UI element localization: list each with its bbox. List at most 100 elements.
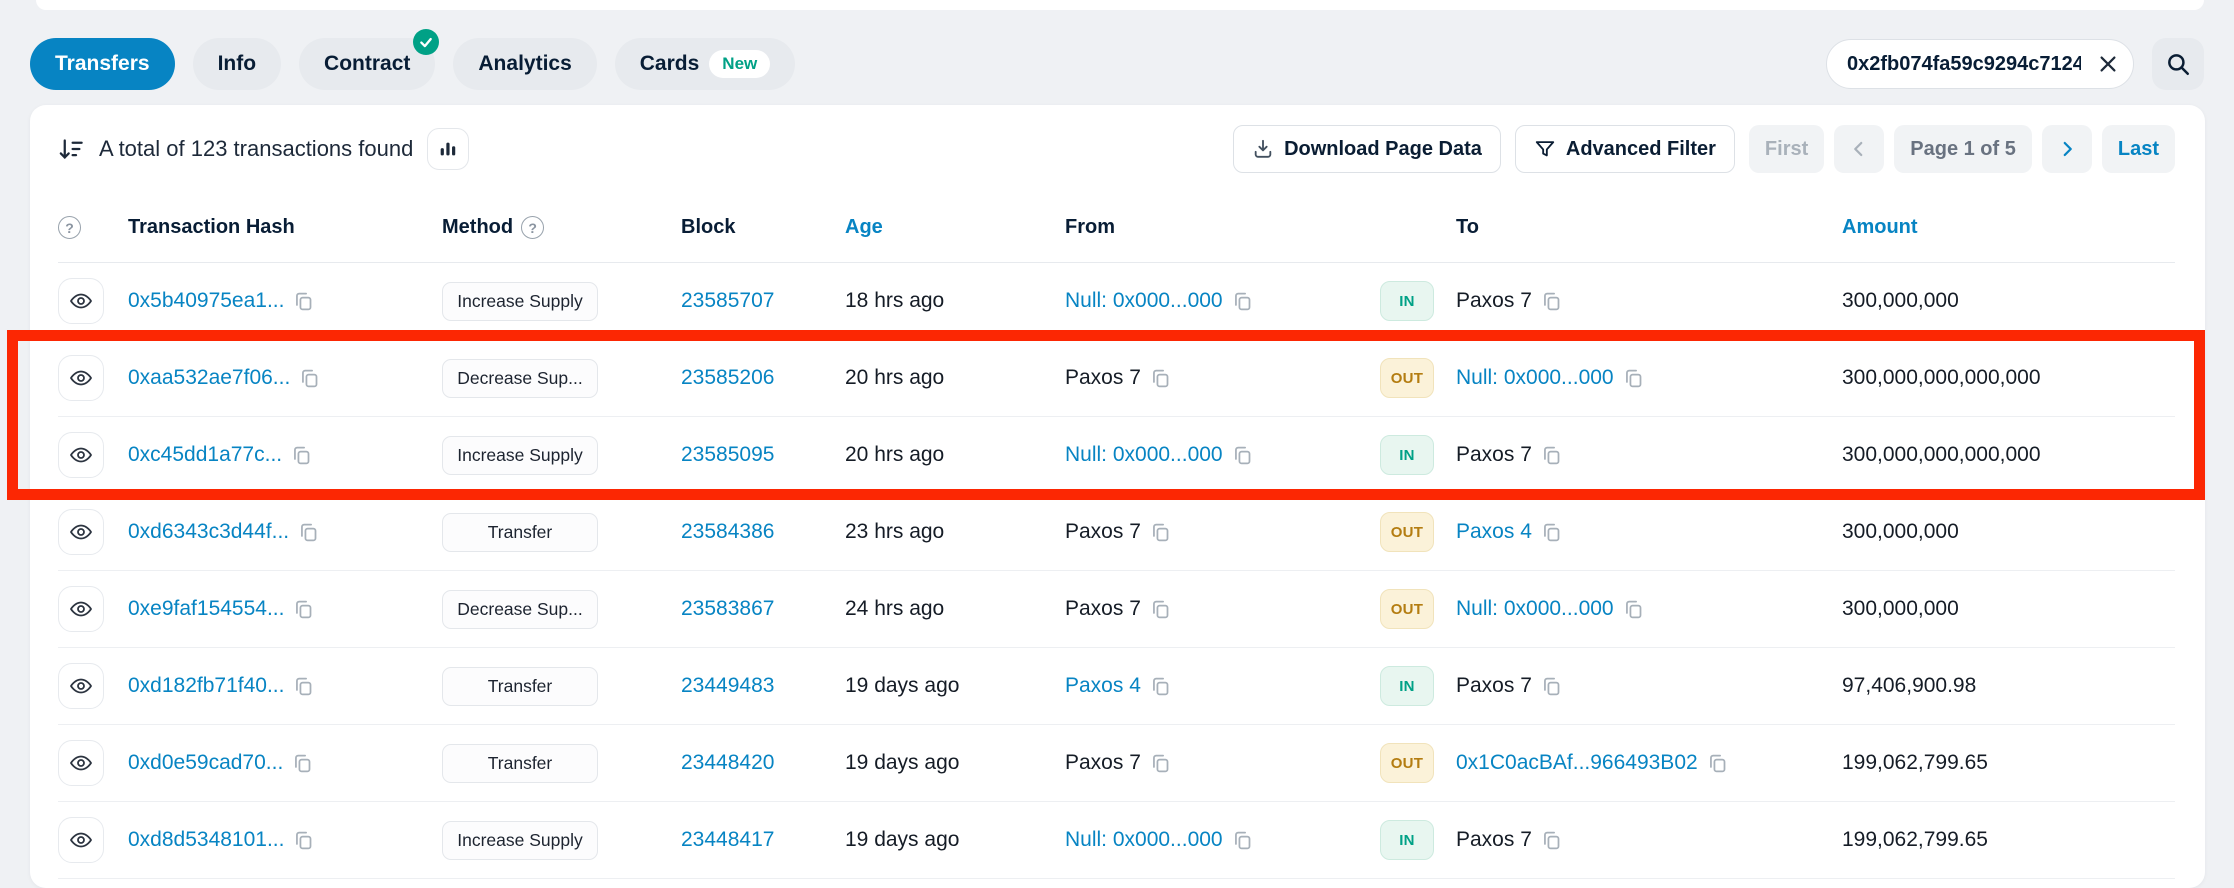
- copy-hash-icon[interactable]: [298, 522, 319, 543]
- copy-from-address-icon[interactable]: [1232, 291, 1253, 312]
- copy-hash-icon[interactable]: [292, 753, 313, 774]
- tx-hash-link[interactable]: 0xd6343c3d44f...: [128, 520, 289, 544]
- from-address[interactable]: Paxos 7: [1065, 597, 1141, 621]
- eye-icon: [69, 289, 93, 313]
- copy-from-address-icon[interactable]: [1232, 445, 1253, 466]
- header-amount-sort[interactable]: Amount: [1842, 216, 2175, 239]
- to-address[interactable]: Null: 0x000...000: [1456, 597, 1614, 621]
- preview-eye-button[interactable]: [58, 355, 104, 401]
- tx-hash-link[interactable]: 0xd182fb71f40...: [128, 674, 284, 698]
- tx-hash-link[interactable]: 0xe9faf154554...: [128, 597, 284, 621]
- pagination-next-button[interactable]: [2042, 125, 2092, 173]
- to-address[interactable]: Paxos 7: [1456, 828, 1532, 852]
- chart-view-button[interactable]: [427, 128, 469, 170]
- table-body: 0x5b40975ea1... Increase Supply 23585707…: [58, 263, 2175, 879]
- copy-hash-icon[interactable]: [293, 676, 314, 697]
- age-text: 19 days ago: [845, 751, 959, 775]
- table-row: 0x5b40975ea1... Increase Supply 23585707…: [58, 263, 2175, 340]
- copy-to-address-icon[interactable]: [1707, 753, 1728, 774]
- age-text: 23 hrs ago: [845, 520, 944, 544]
- copy-hash-icon[interactable]: [293, 291, 314, 312]
- table-row: 0xd182fb71f40... Transfer 23449483 19 da…: [58, 648, 2175, 725]
- from-address[interactable]: Null: 0x000...000: [1065, 289, 1223, 313]
- to-address[interactable]: Paxos 7: [1456, 674, 1532, 698]
- from-address[interactable]: Null: 0x000...000: [1065, 443, 1223, 467]
- pagination-first-button[interactable]: First: [1749, 125, 1824, 173]
- block-link[interactable]: 23448420: [681, 751, 774, 775]
- copy-from-address-icon[interactable]: [1232, 830, 1253, 851]
- copy-from-address-icon[interactable]: [1150, 599, 1171, 620]
- help-question-icon[interactable]: ?: [58, 216, 81, 239]
- preview-eye-button[interactable]: [58, 432, 104, 478]
- direction-badge: IN: [1380, 435, 1434, 475]
- copy-from-address-icon[interactable]: [1150, 753, 1171, 774]
- copy-to-address-icon[interactable]: [1541, 522, 1562, 543]
- from-address[interactable]: Paxos 7: [1065, 520, 1141, 544]
- preview-eye-button[interactable]: [58, 586, 104, 632]
- to-address[interactable]: 0x1C0acBAf...966493B02: [1456, 751, 1698, 775]
- block-link[interactable]: 23583867: [681, 597, 774, 621]
- pagination: First Page 1 of 5 Last: [1749, 125, 2175, 173]
- block-link[interactable]: 23584386: [681, 520, 774, 544]
- copy-to-address-icon[interactable]: [1541, 676, 1562, 697]
- copy-to-address-icon[interactable]: [1623, 368, 1644, 389]
- copy-hash-icon[interactable]: [299, 368, 320, 389]
- tab-info-label: Info: [218, 52, 256, 76]
- block-link[interactable]: 23585095: [681, 443, 774, 467]
- to-address[interactable]: Paxos 7: [1456, 289, 1532, 313]
- block-link[interactable]: 23448417: [681, 828, 774, 852]
- copy-from-address-icon[interactable]: [1150, 522, 1171, 543]
- advanced-filter-button[interactable]: Advanced Filter: [1515, 125, 1735, 173]
- preview-eye-button[interactable]: [58, 740, 104, 786]
- copy-from-address-icon[interactable]: [1150, 368, 1171, 389]
- table-row: 0xe9faf154554... Decrease Sup... 2358386…: [58, 571, 2175, 648]
- block-link[interactable]: 23585707: [681, 289, 774, 313]
- copy-to-address-icon[interactable]: [1623, 599, 1644, 620]
- tab-transfers[interactable]: Transfers: [30, 38, 175, 90]
- total-transactions-text: A total of 123 transactions found: [99, 136, 413, 162]
- copy-to-address-icon[interactable]: [1541, 830, 1562, 851]
- clear-search-button[interactable]: [2092, 48, 2124, 80]
- method-help-icon[interactable]: ?: [521, 216, 544, 239]
- tab-info[interactable]: Info: [193, 38, 281, 90]
- preview-eye-button[interactable]: [58, 663, 104, 709]
- tab-analytics[interactable]: Analytics: [453, 38, 596, 90]
- tab-cards[interactable]: Cards New: [615, 38, 796, 90]
- tx-hash-link[interactable]: 0x5b40975ea1...: [128, 289, 284, 313]
- from-address[interactable]: Paxos 7: [1065, 751, 1141, 775]
- from-address[interactable]: Null: 0x000...000: [1065, 828, 1223, 852]
- tx-hash-link[interactable]: 0xc45dd1a77c...: [128, 443, 282, 467]
- preview-eye-button[interactable]: [58, 278, 104, 324]
- tx-hash-link[interactable]: 0xd8d5348101...: [128, 828, 284, 852]
- to-address[interactable]: Null: 0x000...000: [1456, 366, 1614, 390]
- copy-hash-icon[interactable]: [293, 599, 314, 620]
- table-row: 0xc45dd1a77c... Increase Supply 23585095…: [58, 417, 2175, 494]
- from-address[interactable]: Paxos 7: [1065, 366, 1141, 390]
- pagination-page-indicator: Page 1 of 5: [1894, 125, 2032, 173]
- block-link[interactable]: 23449483: [681, 674, 774, 698]
- copy-from-address-icon[interactable]: [1150, 676, 1171, 697]
- download-page-data-button[interactable]: Download Page Data: [1233, 125, 1501, 173]
- search-button[interactable]: [2152, 38, 2204, 90]
- copy-hash-icon[interactable]: [291, 445, 312, 466]
- tx-hash-link[interactable]: 0xaa532ae7f06...: [128, 366, 290, 390]
- from-address[interactable]: Paxos 4: [1065, 674, 1141, 698]
- tab-contract[interactable]: Contract: [299, 38, 435, 90]
- header-age-sort[interactable]: Age: [845, 216, 1065, 239]
- to-address[interactable]: Paxos 4: [1456, 520, 1532, 544]
- to-address[interactable]: Paxos 7: [1456, 443, 1532, 467]
- copy-hash-icon[interactable]: [293, 830, 314, 851]
- block-link[interactable]: 23585206: [681, 366, 774, 390]
- preview-eye-button[interactable]: [58, 509, 104, 555]
- tx-hash-link[interactable]: 0xd0e59cad70...: [128, 751, 283, 775]
- search-input[interactable]: [1826, 39, 2134, 89]
- tab-cards-label: Cards: [640, 52, 700, 76]
- pagination-last-button[interactable]: Last: [2102, 125, 2175, 173]
- pagination-prev-button[interactable]: [1834, 125, 1884, 173]
- copy-to-address-icon[interactable]: [1541, 291, 1562, 312]
- amount-text: 97,406,900.98: [1842, 674, 2175, 698]
- header-block: Block: [681, 216, 845, 239]
- copy-to-address-icon[interactable]: [1541, 445, 1562, 466]
- eye-icon: [69, 597, 93, 621]
- preview-eye-button[interactable]: [58, 817, 104, 863]
